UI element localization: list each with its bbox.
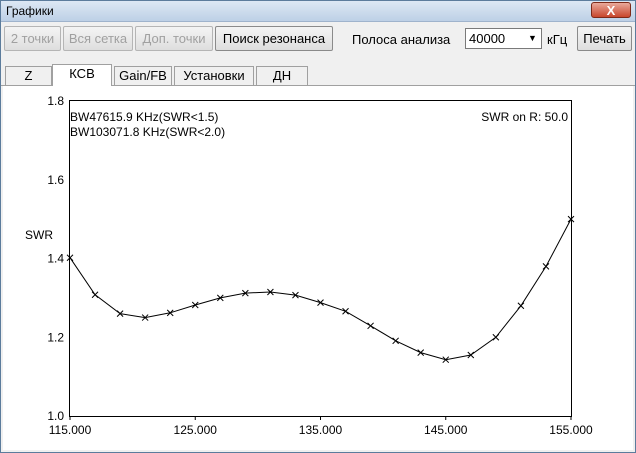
window-title: Графики <box>6 4 54 18</box>
swr-reference-annotation: SWR on R: 50.0 <box>481 110 568 124</box>
print-button[interactable]: Печать <box>577 26 632 51</box>
close-icon: X <box>606 3 616 18</box>
band-label: Полоса анализа <box>352 32 451 47</box>
tab-settings[interactable]: Установки <box>174 66 254 85</box>
y-tick-label: 1.6 <box>47 173 64 187</box>
tab-swr[interactable]: КСВ <box>52 64 112 86</box>
y-tick-label: 1.8 <box>47 94 64 108</box>
y-tick-label: 1.0 <box>47 409 64 423</box>
tab-z[interactable]: Z <box>5 66 52 85</box>
chevron-down-icon[interactable]: ▼ <box>524 29 541 48</box>
plot-area: 1.0 1.2 1.4 1.6 1.8 115.000 125.000 135.000 145… <box>3 86 633 450</box>
find-resonance-button[interactable]: Поиск резонанса <box>215 26 333 51</box>
plot-frame <box>69 100 572 417</box>
bw-annotation-1: BW47615.9 KHz(SWR<1.5) <box>70 110 218 124</box>
close-button[interactable]: X <box>591 2 631 18</box>
extra-points-button[interactable]: Доп. точки <box>135 26 213 51</box>
bw-annotation-2: BW103071.8 KHz(SWR<2.0) <box>70 125 225 139</box>
all-grid-button[interactable]: Вся сетка <box>63 26 133 51</box>
y-tick-label: 1.4 <box>47 252 64 266</box>
y-axis-label: SWR <box>25 228 53 242</box>
tab-strip: Z КСВ Gain/FB Установки ДН <box>1 64 635 86</box>
graphs-window: Графики X 2 точки Вся сетка Доп. точки П… <box>0 0 636 453</box>
y-tick-label: 1.2 <box>47 330 64 344</box>
x-tick-label: 135.000 <box>299 423 343 437</box>
x-tick-label: 155.000 <box>549 423 593 437</box>
band-select[interactable]: 40000 ▼ <box>465 28 542 49</box>
tab-pattern[interactable]: ДН <box>256 66 308 85</box>
tab-gain-fb[interactable]: Gain/FB <box>114 66 172 85</box>
title-bar[interactable]: Графики X <box>1 1 635 22</box>
band-select-value: 40000 <box>469 31 506 46</box>
swr-chart: 1.0 1.2 1.4 1.6 1.8 115.000 125.000 135.000 145… <box>25 94 593 437</box>
two-points-button[interactable]: 2 точки <box>4 26 61 51</box>
x-tick-label: 125.000 <box>174 423 218 437</box>
x-tick-label: 145.000 <box>424 423 468 437</box>
x-tick-label: 115.000 <box>49 423 92 437</box>
band-unit-label: кГц <box>547 32 568 47</box>
